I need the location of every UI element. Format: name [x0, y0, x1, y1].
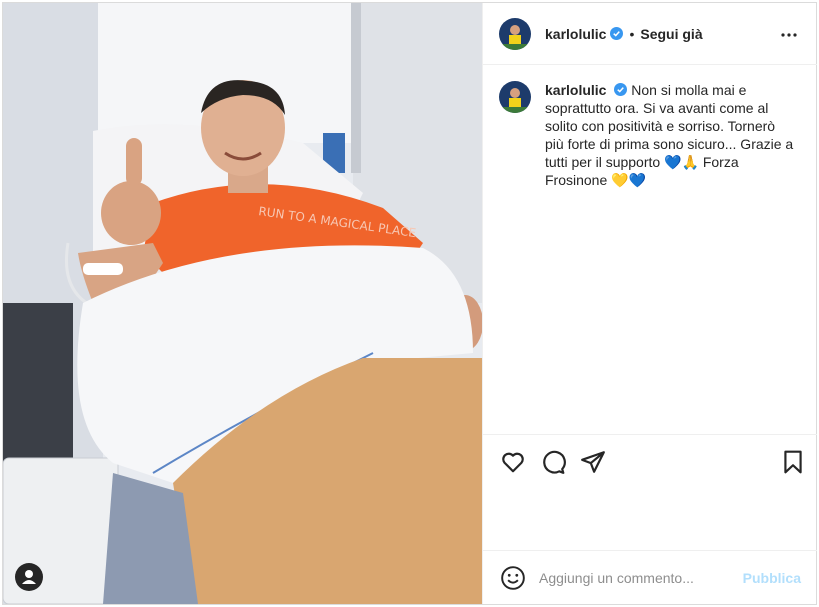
- following-button[interactable]: Segui già: [640, 26, 702, 42]
- tagged-users-button[interactable]: [15, 563, 43, 591]
- avatar[interactable]: [499, 17, 531, 50]
- bookmark-icon[interactable]: [780, 449, 806, 475]
- caption-text-block: karlolulic Non si molla mai e soprattutt…: [545, 81, 795, 189]
- heart-icon[interactable]: [500, 449, 526, 475]
- caption-verified-icon: [614, 83, 628, 96]
- comment-bubble-icon[interactable]: [540, 449, 566, 475]
- hospital-photo: RUN TO A MAGICAL PLACE: [3, 3, 482, 604]
- caption-avatar[interactable]: [499, 81, 531, 113]
- verified-badge-icon: [610, 27, 624, 40]
- caption-username[interactable]: karlolulic: [545, 82, 606, 98]
- post-header: karlolulic • Segui già: [483, 3, 817, 65]
- post-side-panel: karlolulic • Segui già karlolulic Non si…: [482, 3, 817, 604]
- more-options-icon[interactable]: [779, 25, 799, 45]
- paper-plane-icon[interactable]: [580, 449, 606, 475]
- comment-bar: Pubblica: [483, 550, 817, 604]
- post-dialog: RUN TO A MAGICAL PLACE karlolulic • Segu…: [2, 2, 817, 605]
- user-tag-icon: [22, 570, 36, 584]
- separator-dot: •: [629, 25, 635, 42]
- comment-input[interactable]: [539, 568, 729, 588]
- caption: karlolulic Non si molla mai e soprattutt…: [499, 81, 809, 189]
- action-bar: [483, 434, 817, 550]
- username-link[interactable]: karlolulic: [545, 26, 606, 42]
- publish-button[interactable]: Pubblica: [743, 570, 801, 586]
- post-photo[interactable]: RUN TO A MAGICAL PLACE: [3, 3, 482, 604]
- emoji-icon[interactable]: [500, 565, 526, 591]
